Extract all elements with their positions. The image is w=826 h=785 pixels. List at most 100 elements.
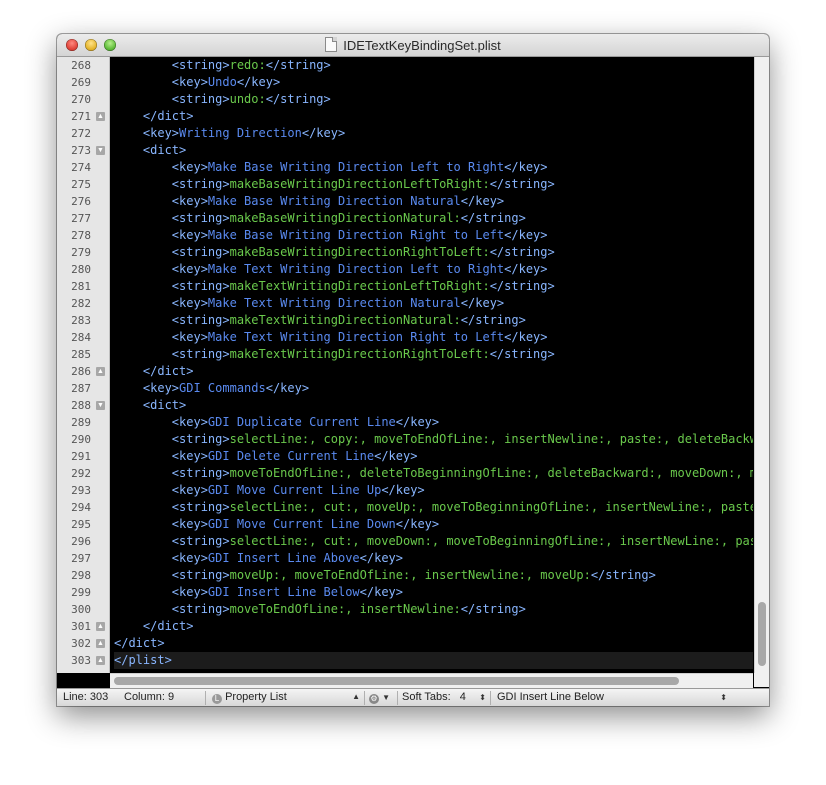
tabs-popup[interactable]: Soft Tabs: 4 ⬍	[402, 691, 486, 703]
xml-tag: <key>	[114, 483, 208, 497]
xml-tag: </key>	[504, 228, 548, 242]
gutter-line: 271 ▲	[57, 108, 109, 125]
xml-tag: <key>	[114, 262, 208, 276]
xml-tag: <key>	[114, 330, 208, 344]
key-text: Writing Direction	[179, 126, 302, 140]
key-text: GDI Insert Line Above	[207, 551, 360, 565]
document-icon	[325, 37, 338, 52]
line-number: 277	[71, 212, 91, 225]
xml-tag: </dict>	[114, 619, 194, 633]
gutter-line: 293	[57, 482, 109, 499]
gutter-line: 281	[57, 278, 109, 295]
horizontal-scroll-thumb[interactable]	[114, 677, 679, 685]
key-text: Make Base Writing Direction Left to Righ…	[207, 160, 505, 174]
gutter-line: 294	[57, 499, 109, 516]
xml-tag: <string>	[114, 568, 230, 582]
gutter-line: 276	[57, 193, 109, 210]
line-number: 300	[71, 603, 91, 616]
code-line: </dict>	[114, 635, 165, 652]
gear-menu[interactable]: ⚙ ▼	[369, 691, 390, 704]
xml-tag: </string>	[460, 313, 526, 327]
string-value: selectLine:, cut:, moveUp:, moveToBeginn…	[229, 500, 753, 514]
line-number-gutter: 268 269 270 271 ▲ 272 273 ▼ 274 275 276 277 278 279 28…	[57, 57, 110, 673]
syntax-popup[interactable]: L Property List ▲	[212, 691, 360, 704]
symbol-popup[interactable]: GDI Insert Line Below ⬍	[497, 691, 727, 703]
line-number: 268	[71, 59, 91, 72]
gutter-line: 285	[57, 346, 109, 363]
gutter-line: 283	[57, 312, 109, 329]
key-text: GDI Insert Line Below	[207, 585, 360, 599]
fold-end-icon[interactable]: ▲	[96, 367, 105, 376]
fold-start-icon[interactable]: ▼	[96, 146, 105, 155]
status-divider	[490, 691, 491, 705]
string-value: moveToEndOfLine:, insertNewline:	[229, 602, 461, 616]
code-line: <key>GDI Move Current Line Up</key>	[114, 482, 425, 499]
gutter-line: 269	[57, 74, 109, 91]
line-number: 280	[71, 263, 91, 276]
window-title: IDETextKeyBindingSet.plist	[343, 38, 501, 53]
xml-tag: </key>	[504, 262, 548, 276]
gutter-line: 273 ▼	[57, 142, 109, 159]
code-line: <key>Writing Direction</key>	[114, 125, 345, 142]
xml-tag: <string>	[114, 211, 230, 225]
key-text: Make Text Writing Direction Natural	[207, 296, 461, 310]
string-value: makeBaseWritingDirectionNatural:	[229, 211, 461, 225]
gutter-line: 274	[57, 159, 109, 176]
line-number: 297	[71, 552, 91, 565]
current-code-line: </plist>	[114, 652, 753, 669]
line-number: 270	[71, 93, 91, 106]
line-number: 302	[71, 637, 91, 650]
fold-end-icon[interactable]: ▲	[96, 639, 105, 648]
code-line: <dict>	[114, 142, 186, 159]
xml-tag: <dict>	[114, 398, 187, 412]
xml-tag: </string>	[590, 568, 656, 582]
fold-end-icon[interactable]: ▲	[96, 622, 105, 631]
gutter-line: 301 ▲	[57, 618, 109, 635]
gear-dropdown-icon: ▼	[382, 693, 390, 702]
status-bar: Line: 303 Column: 9 L Property List ▲ ⚙ …	[57, 688, 769, 706]
gear-icon: ⚙	[369, 694, 379, 704]
fold-start-icon[interactable]: ▼	[96, 401, 105, 410]
gutter-line: 277	[57, 210, 109, 227]
xml-tag: </key>	[301, 126, 346, 140]
key-text: GDI Commands	[179, 381, 266, 395]
gutter-line: 299	[57, 584, 109, 601]
string-value: makeBaseWritingDirectionRightToLeft:	[229, 245, 490, 259]
code-editor[interactable]: <string>redo:</string> <key>Undo</key> <…	[110, 57, 753, 673]
vertical-scrollbar[interactable]	[754, 57, 769, 673]
key-text: Undo	[207, 75, 237, 89]
line-number: 287	[71, 382, 91, 395]
window-title-area: IDETextKeyBindingSet.plist	[57, 37, 769, 53]
xml-tag: </key>	[395, 415, 440, 429]
horizontal-scrollbar[interactable]	[110, 673, 753, 688]
fold-end-icon[interactable]: ▲	[96, 656, 105, 665]
gutter-line: 279	[57, 244, 109, 261]
xml-tag: </string>	[489, 347, 555, 361]
gutter-line: 295	[57, 516, 109, 533]
code-line: <string>moveUp:, moveToEndOfLine:, inser…	[114, 567, 656, 584]
xml-tag: <string>	[114, 177, 230, 191]
code-line: <string>makeTextWritingDirectionLeftToRi…	[114, 278, 555, 295]
gutter-line: 288 ▼	[57, 397, 109, 414]
fold-end-icon[interactable]: ▲	[96, 112, 105, 121]
code-line: <key>GDI Insert Line Below</key>	[114, 584, 403, 601]
code-line: <key>GDI Commands</key>	[114, 380, 309, 397]
xml-tag: </key>	[504, 330, 548, 344]
xml-tag: <key>	[114, 551, 208, 565]
syntax-label: Property List	[225, 691, 287, 703]
code-line: <string>makeTextWritingDirectionRightToL…	[114, 346, 555, 363]
xml-tag: </key>	[395, 517, 440, 531]
gutter-line: 280	[57, 261, 109, 278]
line-number: 288	[71, 399, 91, 412]
tabs-updown-icon: ⬍	[479, 693, 486, 702]
code-line: <string>undo:</string>	[114, 91, 331, 108]
string-value: selectLine:, cut:, moveDown:, moveToBegi…	[229, 534, 753, 548]
string-value: moveUp:, moveToEndOfLine:, insertNewline…	[229, 568, 591, 582]
line-number: 273	[71, 144, 91, 157]
code-line: <string>makeTextWritingDirectionNatural:…	[114, 312, 526, 329]
vertical-scroll-thumb[interactable]	[758, 602, 766, 666]
xml-tag: <key>	[114, 160, 208, 174]
xml-tag: <string>	[114, 92, 230, 106]
code-line: <key>Make Base Writing Direction Left to…	[114, 159, 548, 176]
xml-tag: <string>	[114, 602, 230, 616]
